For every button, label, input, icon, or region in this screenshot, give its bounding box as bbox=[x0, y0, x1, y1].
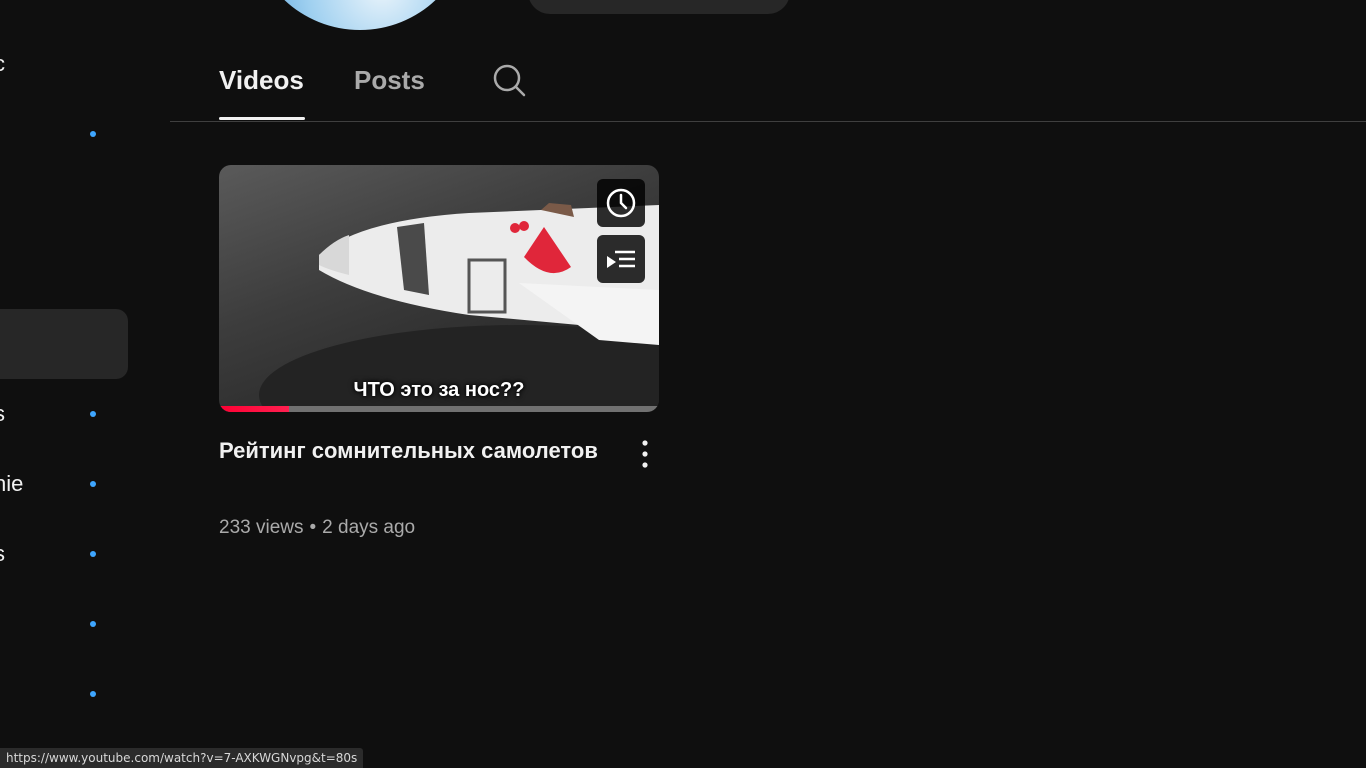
video-thumbnail[interactable]: ЧТО это за нос?? bbox=[219, 165, 659, 412]
view-count: 233 views bbox=[219, 517, 304, 538]
sidebar-item-8[interactable]: s bbox=[0, 519, 128, 589]
sidebar-item-1[interactable]: c bbox=[0, 29, 128, 99]
sidebar-item-label: s bbox=[0, 541, 5, 567]
sidebar-item-7[interactable]: nie bbox=[0, 449, 128, 519]
clock-icon bbox=[606, 188, 636, 218]
sidebar-item-label: nie bbox=[0, 471, 24, 496]
queue-icon bbox=[607, 250, 635, 268]
tab-posts[interactable]: Posts bbox=[354, 58, 425, 102]
watch-progress-fill bbox=[219, 406, 290, 412]
sidebar-item-6[interactable]: s bbox=[0, 379, 128, 449]
thumbnail-caption: ЧТО это за нос?? bbox=[353, 379, 525, 401]
tabs-divider bbox=[170, 121, 1366, 122]
sidebar-item-9[interactable] bbox=[0, 589, 128, 659]
tab-videos[interactable]: Videos bbox=[219, 58, 304, 102]
new-content-dot bbox=[90, 411, 96, 417]
video-title[interactable]: Рейтинг сомнительных самолетов bbox=[219, 433, 599, 468]
thumbnail-image bbox=[259, 203, 659, 412]
active-tab-indicator bbox=[219, 117, 305, 120]
new-content-dot bbox=[90, 551, 96, 557]
sidebar-item-4[interactable] bbox=[0, 239, 128, 309]
watch-progress-bar bbox=[219, 406, 659, 412]
channel-avatar[interactable] bbox=[252, 0, 468, 30]
upload-age: 2 days ago bbox=[322, 517, 416, 538]
add-to-queue-button[interactable] bbox=[597, 235, 645, 283]
sidebar-item-label: s bbox=[0, 401, 5, 427]
sidebar-item-label: c bbox=[0, 51, 5, 77]
youtube-channel-page: c s nie s Videos Posts bbox=[0, 0, 1366, 768]
more-options-button[interactable] bbox=[631, 437, 659, 471]
meta-separator: • bbox=[309, 517, 317, 538]
subscribe-button[interactable] bbox=[528, 0, 790, 14]
sidebar-item-active[interactable] bbox=[0, 309, 128, 379]
sidebar: c s nie s bbox=[0, 0, 170, 768]
sidebar-item-3[interactable] bbox=[0, 169, 128, 239]
new-content-dot bbox=[90, 481, 96, 487]
video-card: ЧТО это за нос?? Рейтинг сомнительных са… bbox=[219, 165, 659, 538]
sidebar-item-2[interactable] bbox=[0, 99, 128, 169]
video-metadata: 233 views • 2 days ago bbox=[219, 517, 415, 539]
new-content-dot bbox=[90, 131, 96, 137]
search-icon[interactable] bbox=[491, 62, 527, 98]
link-preview-status-bar: https://www.youtube.com/watch?v=7-AXKWGN… bbox=[0, 748, 364, 768]
watch-later-button[interactable] bbox=[597, 179, 645, 227]
sidebar-item-10[interactable] bbox=[0, 659, 128, 729]
new-content-dot bbox=[90, 621, 96, 627]
more-vert-icon bbox=[642, 440, 648, 468]
new-content-dot bbox=[90, 691, 96, 697]
